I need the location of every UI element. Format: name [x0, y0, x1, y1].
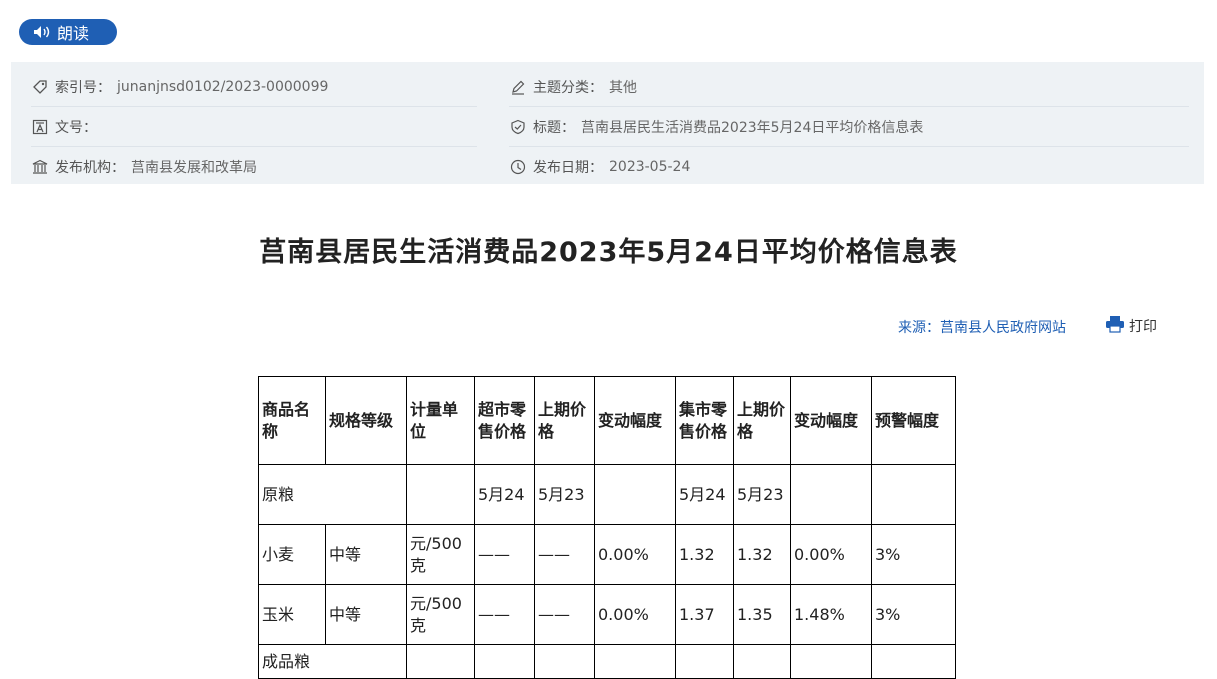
- table-cell: 中等: [325, 524, 407, 585]
- meta-title: 标题： 莒南县居民生活消费品2023年5月24日平均价格信息表: [509, 107, 1189, 147]
- document-number-icon: [31, 118, 49, 136]
- table-cell: 0.00%: [790, 524, 872, 585]
- table-row: 成品粮: [258, 644, 956, 679]
- meta-date-value: 2023-05-24: [609, 159, 691, 175]
- meta-topic-label: 主题分类：: [533, 79, 603, 96]
- document-title: 莒南县居民生活消费品2023年5月24日平均价格信息表: [259, 237, 958, 268]
- category-label: 原粮: [258, 464, 407, 525]
- table-cell: 5月24: [474, 464, 535, 525]
- tag-icon: [31, 78, 49, 96]
- meta-doc-no-label: 文号：: [55, 119, 97, 136]
- table-cell: [406, 464, 475, 525]
- table-cell: 1.32: [675, 524, 734, 585]
- institution-icon: [31, 158, 49, 176]
- table-cell: ——: [474, 524, 535, 585]
- meta-index-label: 索引号：: [55, 79, 111, 96]
- table-cell: [406, 644, 475, 679]
- source-link[interactable]: 莒南县人民政府网站: [940, 320, 1066, 336]
- meta-topic: 主题分类： 其他: [509, 67, 1189, 107]
- meta-doc-no: 文号：: [31, 107, 477, 147]
- shield-check-icon: [509, 118, 527, 136]
- price-table: 商品名称 规格等级 计量单位 超市零售价格 上期价格 变动幅度 集市零售价格 上…: [258, 376, 956, 679]
- header-market-change: 变动幅度: [790, 376, 872, 465]
- header-unit: 计量单位: [406, 376, 475, 465]
- header-warning: 预警幅度: [871, 376, 956, 465]
- table-cell: ——: [534, 584, 595, 645]
- metadata-panel: 索引号： junanjnsd0102/2023-0000099 文号： 发布机构：…: [11, 62, 1204, 184]
- table-cell: [675, 644, 734, 679]
- read-aloud-button[interactable]: 朗读: [19, 19, 117, 45]
- table-header-row: 商品名称 规格等级 计量单位 超市零售价格 上期价格 变动幅度 集市零售价格 上…: [258, 376, 956, 465]
- table-cell: [790, 644, 872, 679]
- meta-date-label: 发布日期：: [533, 160, 603, 176]
- meta-org: 发布机构： 莒南县发展和改革局: [31, 147, 477, 187]
- table-cell: 中等: [325, 584, 407, 645]
- table-cell: [534, 644, 595, 679]
- table-cell: 元/500克: [406, 584, 475, 645]
- table-cell: 3%: [871, 584, 956, 645]
- print-label: 打印: [1129, 319, 1157, 335]
- speaker-icon: [33, 25, 51, 39]
- meta-org-label: 发布机构：: [55, 160, 125, 176]
- meta-index: 索引号： junanjnsd0102/2023-0000099: [31, 67, 477, 107]
- header-market-price: 集市零售价格: [675, 376, 734, 465]
- header-grade: 规格等级: [325, 376, 407, 465]
- table-cell: 3%: [871, 524, 956, 585]
- meta-title-label: 标题：: [533, 119, 575, 136]
- table-cell: 1.48%: [790, 584, 872, 645]
- table-cell: 小麦: [258, 524, 326, 585]
- table-cell: 0.00%: [594, 584, 676, 645]
- header-market-prev: 上期价格: [733, 376, 791, 465]
- table-cell: [474, 644, 535, 679]
- table-cell: 元/500克: [406, 524, 475, 585]
- pen-icon: [509, 78, 527, 96]
- source-label: 来源：: [898, 320, 940, 336]
- category-label: 成品粮: [258, 644, 407, 679]
- table-cell: [871, 644, 956, 679]
- table-row: 小麦 中等 元/500克 —— —— 0.00% 1.32 1.32 0.00%…: [258, 524, 956, 585]
- source-line: 来源：莒南县人民政府网站: [898, 317, 1066, 337]
- header-name: 商品名称: [258, 376, 326, 465]
- table-cell: 玉米: [258, 584, 326, 645]
- table-cell: [871, 464, 956, 525]
- table-cell: 1.32: [733, 524, 791, 585]
- table-cell: ——: [534, 524, 595, 585]
- print-button[interactable]: 打印: [1105, 315, 1157, 337]
- table-cell: [594, 644, 676, 679]
- table-cell: 5月23: [534, 464, 595, 525]
- meta-title-value: 莒南县居民生活消费品2023年5月24日平均价格信息表: [581, 119, 924, 136]
- clock-icon: [509, 158, 527, 176]
- table-cell: ——: [474, 584, 535, 645]
- table-cell: [733, 644, 791, 679]
- meta-org-value: 莒南县发展和改革局: [131, 160, 257, 176]
- meta-date: 发布日期： 2023-05-24: [509, 147, 1189, 187]
- table-cell: 1.35: [733, 584, 791, 645]
- table-cell: 5月24: [675, 464, 734, 525]
- table-cell: 5月23: [733, 464, 791, 525]
- table-cell: 0.00%: [594, 524, 676, 585]
- header-supermarket-change: 变动幅度: [594, 376, 676, 465]
- printer-icon: [1105, 315, 1125, 337]
- header-supermarket-price: 超市零售价格: [474, 376, 535, 465]
- table-row: 玉米 中等 元/500克 —— —— 0.00% 1.37 1.35 1.48%…: [258, 584, 956, 645]
- meta-topic-value: 其他: [609, 79, 637, 96]
- table-cell: 1.37: [675, 584, 734, 645]
- meta-index-value: junanjnsd0102/2023-0000099: [117, 78, 329, 95]
- table-cell: [594, 464, 676, 525]
- read-aloud-label: 朗读: [57, 24, 90, 43]
- header-supermarket-prev: 上期价格: [534, 376, 595, 465]
- table-cell: [790, 464, 872, 525]
- table-row: 原粮 5月24 5月23 5月24 5月23: [258, 464, 956, 525]
